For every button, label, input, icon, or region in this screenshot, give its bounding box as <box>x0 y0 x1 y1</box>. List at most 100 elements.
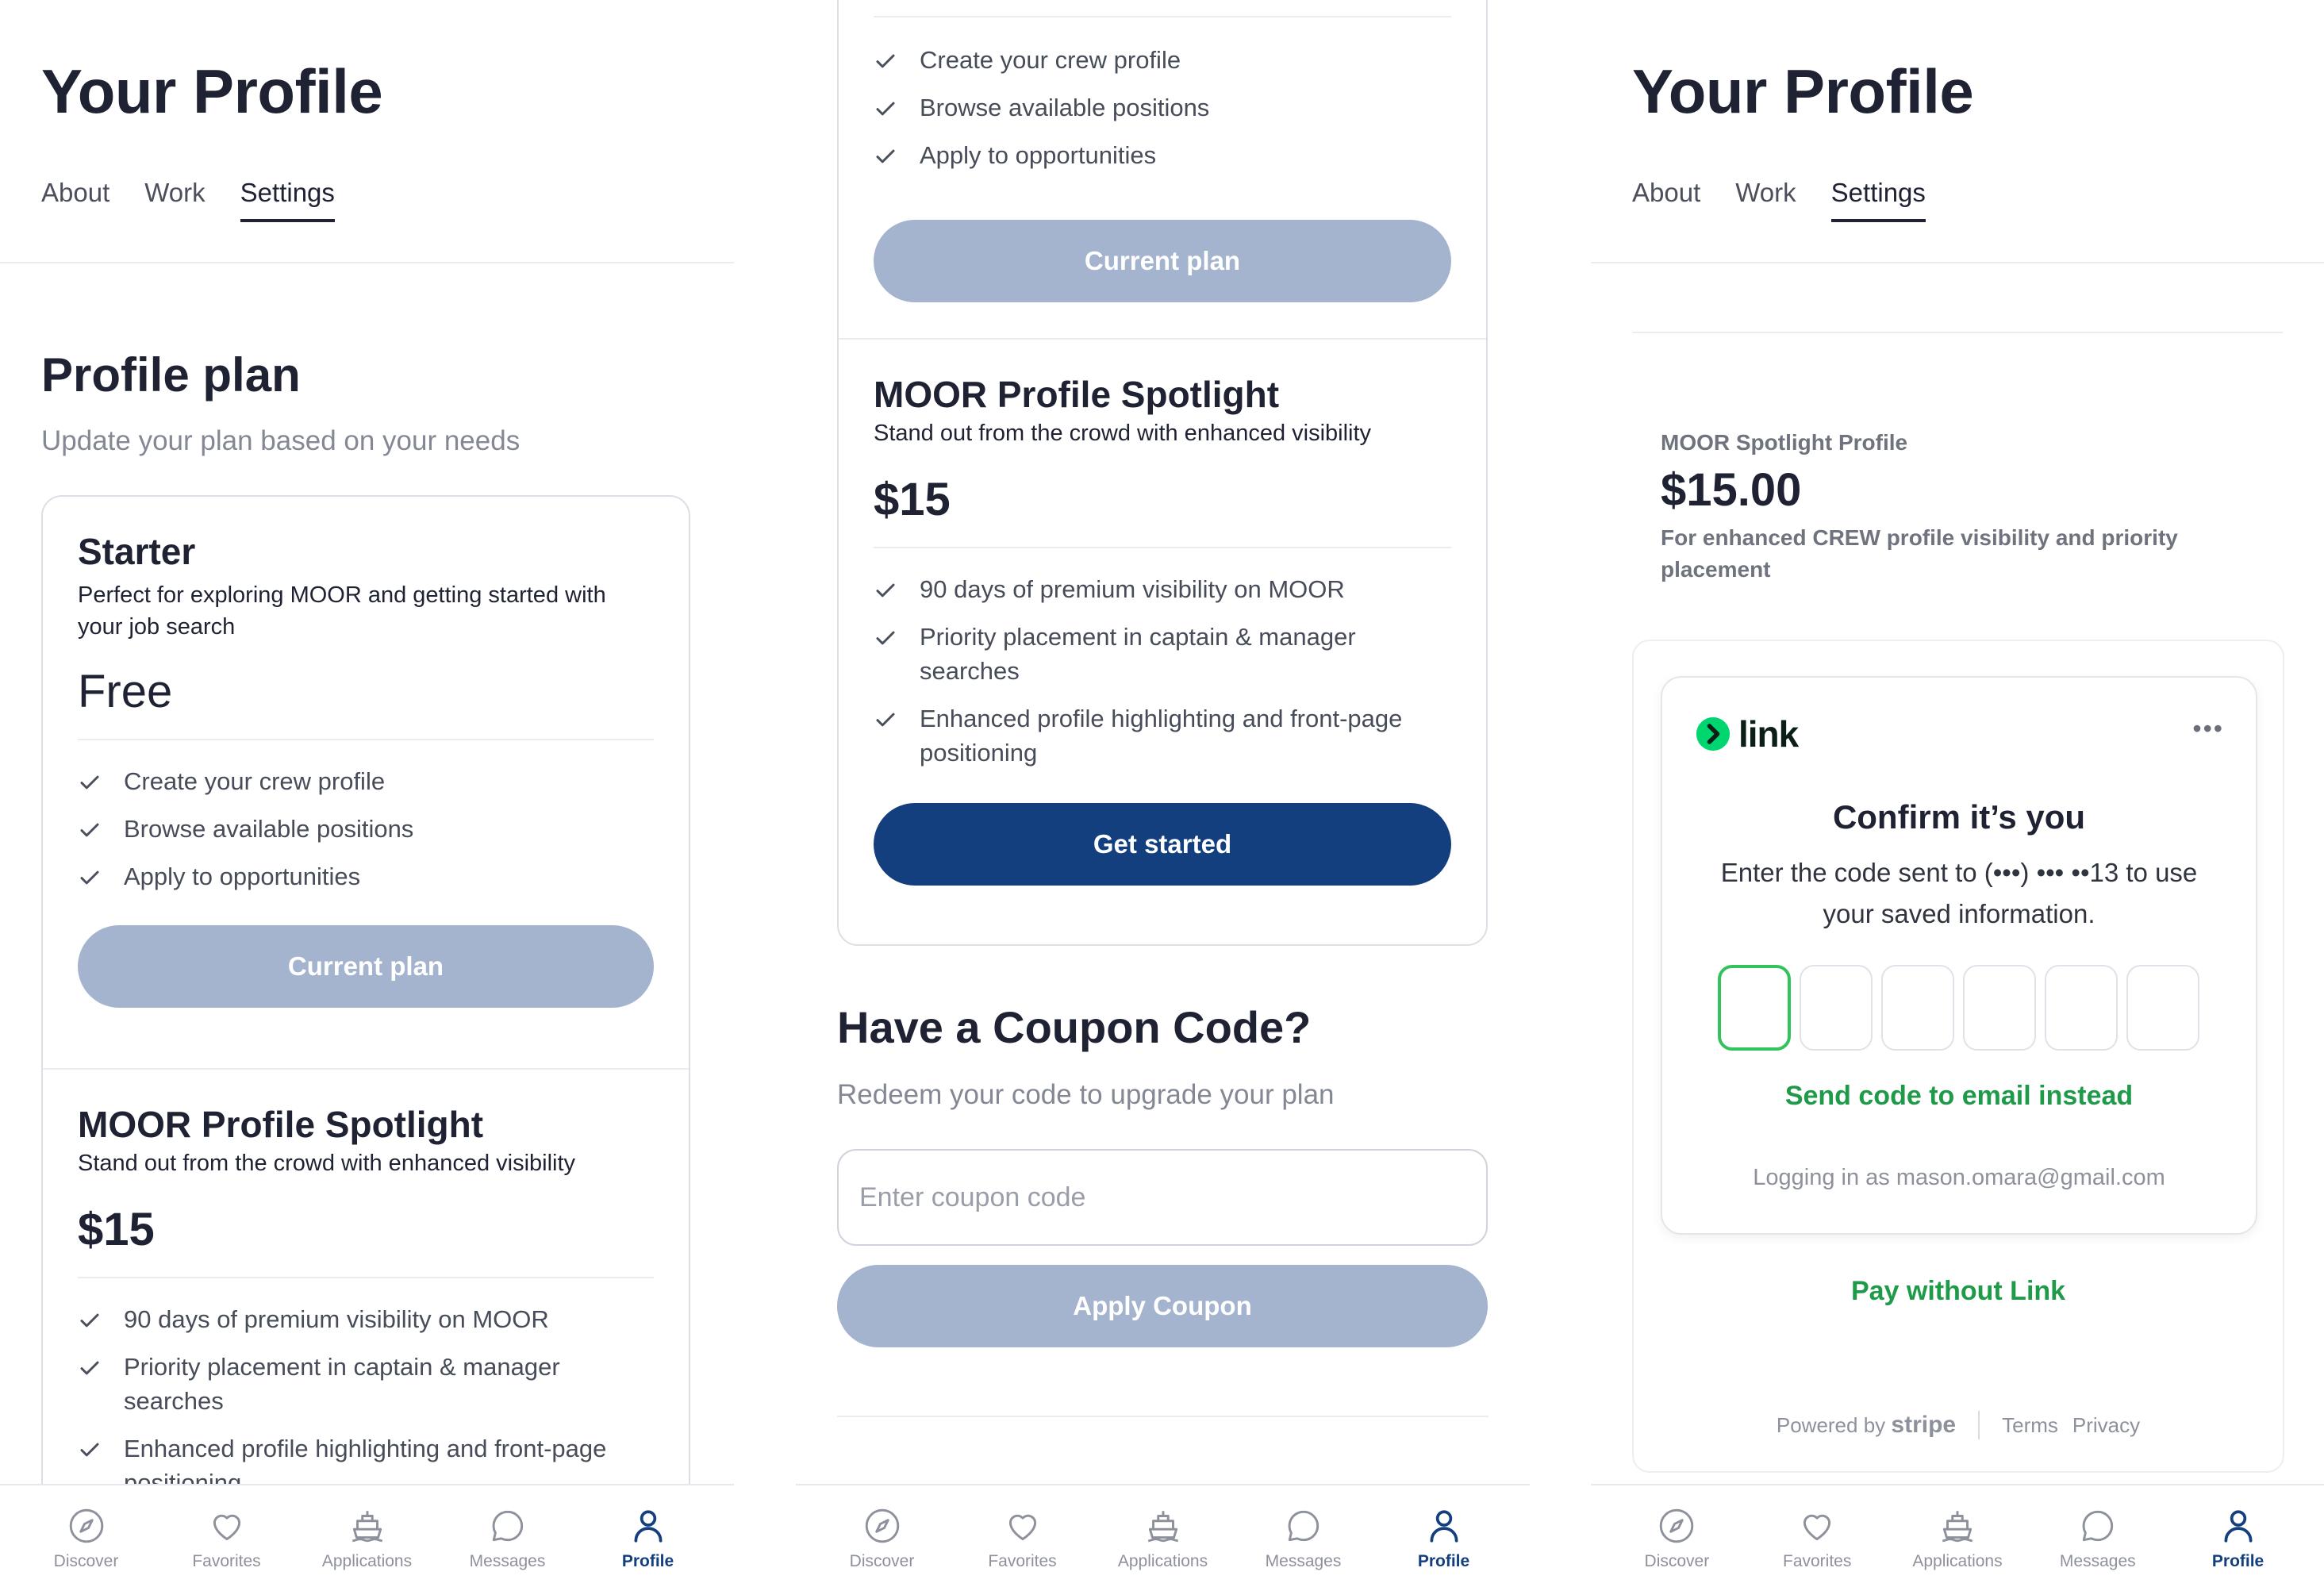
check-icon <box>876 149 895 163</box>
page-title: Your Profile <box>1632 56 1974 126</box>
stripe-footer: Powered by stripe Terms Privacy <box>1634 1411 2283 1439</box>
feature-item: Priority placement in captain & manager … <box>78 1350 654 1418</box>
otp-digit[interactable] <box>1718 965 1791 1051</box>
confirm-message: Enter the code sent to (•••) ••• ••13 to… <box>1720 858 2198 928</box>
otp-digit[interactable] <box>1881 965 1954 1051</box>
get-started-button[interactable]: Get started <box>874 803 1451 886</box>
link-auth-card: link ••• Confirm it’s you Enter the code… <box>1661 676 2257 1235</box>
product-description: For enhanced CREW profile visibility and… <box>1661 525 2178 582</box>
plan-separator <box>43 1068 689 1070</box>
nav-messages[interactable]: Messages <box>440 1485 575 1587</box>
nav-label: Messages <box>469 1552 546 1570</box>
feature-item: Apply to opportunities <box>874 138 1451 172</box>
screen-checkout: Your Profile About Work Settings MOOR Sp… <box>1591 0 2324 1587</box>
tab-settings[interactable]: Settings <box>1830 178 1926 222</box>
check-icon <box>876 631 895 645</box>
tab-about[interactable]: About <box>41 178 109 222</box>
otp-digit[interactable] <box>1963 965 2036 1051</box>
plan-name: Starter <box>78 531 196 572</box>
tab-work[interactable]: Work <box>144 178 205 222</box>
coupon-input[interactable] <box>837 1149 1488 1246</box>
terms-link[interactable]: Terms <box>2002 1413 2058 1438</box>
current-plan-button[interactable]: Current plan <box>874 220 1451 302</box>
plans-card: Starter Perfect for exploring MOOR and g… <box>41 495 690 1587</box>
pay-without-link[interactable]: Pay without Link <box>1634 1276 2283 1307</box>
nav-applications[interactable]: Applications <box>300 1485 435 1587</box>
screen-plans-scrolled: Create your crew profile Browse availabl… <box>796 0 1530 1587</box>
nav-favorites[interactable]: Favorites <box>159 1485 294 1587</box>
plan-starter: Create your crew profile Browse availabl… <box>839 43 1486 302</box>
more-icon[interactable]: ••• <box>2192 714 2224 744</box>
nav-label: Favorites <box>192 1552 261 1570</box>
stripe-logo: stripe <box>1891 1412 1957 1438</box>
check-icon <box>876 583 895 598</box>
plan-description: Perfect for exploring MOOR and getting s… <box>78 582 606 640</box>
plans-card: Create your crew profile Browse availabl… <box>837 0 1488 946</box>
nav-discover[interactable]: Discover <box>19 1485 154 1587</box>
nav-label: Discover <box>53 1552 119 1570</box>
otp-digit[interactable] <box>2126 965 2199 1051</box>
feature-item: Browse available positions <box>78 812 654 846</box>
nav-messages[interactable]: Messages <box>1236 1485 1371 1587</box>
apply-coupon-button[interactable]: Apply Coupon <box>837 1265 1488 1347</box>
boat-icon <box>1942 1511 1973 1543</box>
nav-profile[interactable]: Profile <box>1377 1485 1512 1587</box>
heart-icon <box>1008 1514 1036 1541</box>
header-divider <box>1591 262 2324 263</box>
chat-bubble-icon <box>2082 1510 2113 1542</box>
send-code-email-link[interactable]: Send code to email instead <box>1662 1081 2256 1112</box>
feature-item: Apply to opportunities <box>78 859 654 893</box>
footer-separator <box>1978 1411 1980 1439</box>
plan-name: MOOR Profile Spotlight <box>78 1104 484 1145</box>
plan-description: Stand out from the crowd with enhanced v… <box>874 421 1372 446</box>
link-icon <box>1696 717 1731 751</box>
header-divider <box>0 262 734 263</box>
section-title: Profile plan <box>41 348 301 402</box>
logged-in-as: Logging in as mason.omara@gmail.com <box>1753 1165 2165 1190</box>
nav-favorites[interactable]: Favorites <box>1750 1485 1884 1587</box>
chat-bubble-icon <box>1288 1510 1319 1542</box>
payment-frame: link ••• Confirm it’s you Enter the code… <box>1632 640 2284 1473</box>
nav-label: Discover <box>849 1552 915 1570</box>
bottom-nav: Discover Favorites Applications Messages… <box>796 1484 1530 1587</box>
profile-tabs: About Work Settings <box>41 178 335 222</box>
nav-profile[interactable]: Profile <box>581 1485 716 1587</box>
feature-item: Enhanced profile highlighting and front-… <box>874 701 1451 770</box>
nav-discover[interactable]: Discover <box>1609 1485 1744 1587</box>
nav-applications[interactable]: Applications <box>1096 1485 1231 1587</box>
compass-icon <box>1660 1508 1694 1543</box>
feature-item: 90 days of premium visibility on MOOR <box>874 572 1451 606</box>
confirm-heading: Confirm it’s you <box>1832 798 2086 836</box>
otp-code-input <box>1718 965 2199 1051</box>
plan-spotlight: MOOR Profile Spotlight Stand out from th… <box>839 373 1486 886</box>
nav-applications[interactable]: Applications <box>1890 1485 2025 1587</box>
nav-label: Favorites <box>988 1552 1057 1570</box>
boat-icon <box>1147 1511 1178 1543</box>
nav-favorites[interactable]: Favorites <box>955 1485 1090 1587</box>
user-icon <box>2224 1510 2253 1543</box>
screen-profile-plans: Your Profile About Work Settings Profile… <box>0 0 734 1587</box>
plan-features: 90 days of premium visibility on MOOR Pr… <box>78 1302 654 1500</box>
otp-digit[interactable] <box>1800 965 1873 1051</box>
current-plan-button[interactable]: Current plan <box>78 925 654 1008</box>
chat-bubble-icon <box>492 1510 523 1542</box>
feature-item: 90 days of premium visibility on MOOR <box>78 1302 654 1336</box>
nav-messages[interactable]: Messages <box>2030 1485 2165 1587</box>
nav-label: Applications <box>1912 1552 2003 1570</box>
otp-digit[interactable] <box>2045 965 2118 1051</box>
nav-label: Profile <box>1417 1552 1470 1570</box>
nav-discover[interactable]: Discover <box>815 1485 950 1587</box>
powered-by-label: Powered by stripe <box>1776 1412 1957 1438</box>
compass-icon <box>865 1508 899 1543</box>
check-icon <box>80 1361 99 1375</box>
tab-settings[interactable]: Settings <box>240 178 335 222</box>
plan-features: Create your crew profile Browse availabl… <box>78 764 654 893</box>
tab-about[interactable]: About <box>1632 178 1700 222</box>
tab-work[interactable]: Work <box>1735 178 1796 222</box>
nav-label: Applications <box>321 1552 413 1570</box>
nav-profile[interactable]: Profile <box>2171 1485 2306 1587</box>
boat-icon <box>351 1511 382 1543</box>
plan-spotlight: MOOR Profile Spotlight Stand out from th… <box>43 1103 689 1513</box>
plan-price: Free <box>78 666 173 717</box>
privacy-link[interactable]: Privacy <box>2072 1413 2140 1438</box>
